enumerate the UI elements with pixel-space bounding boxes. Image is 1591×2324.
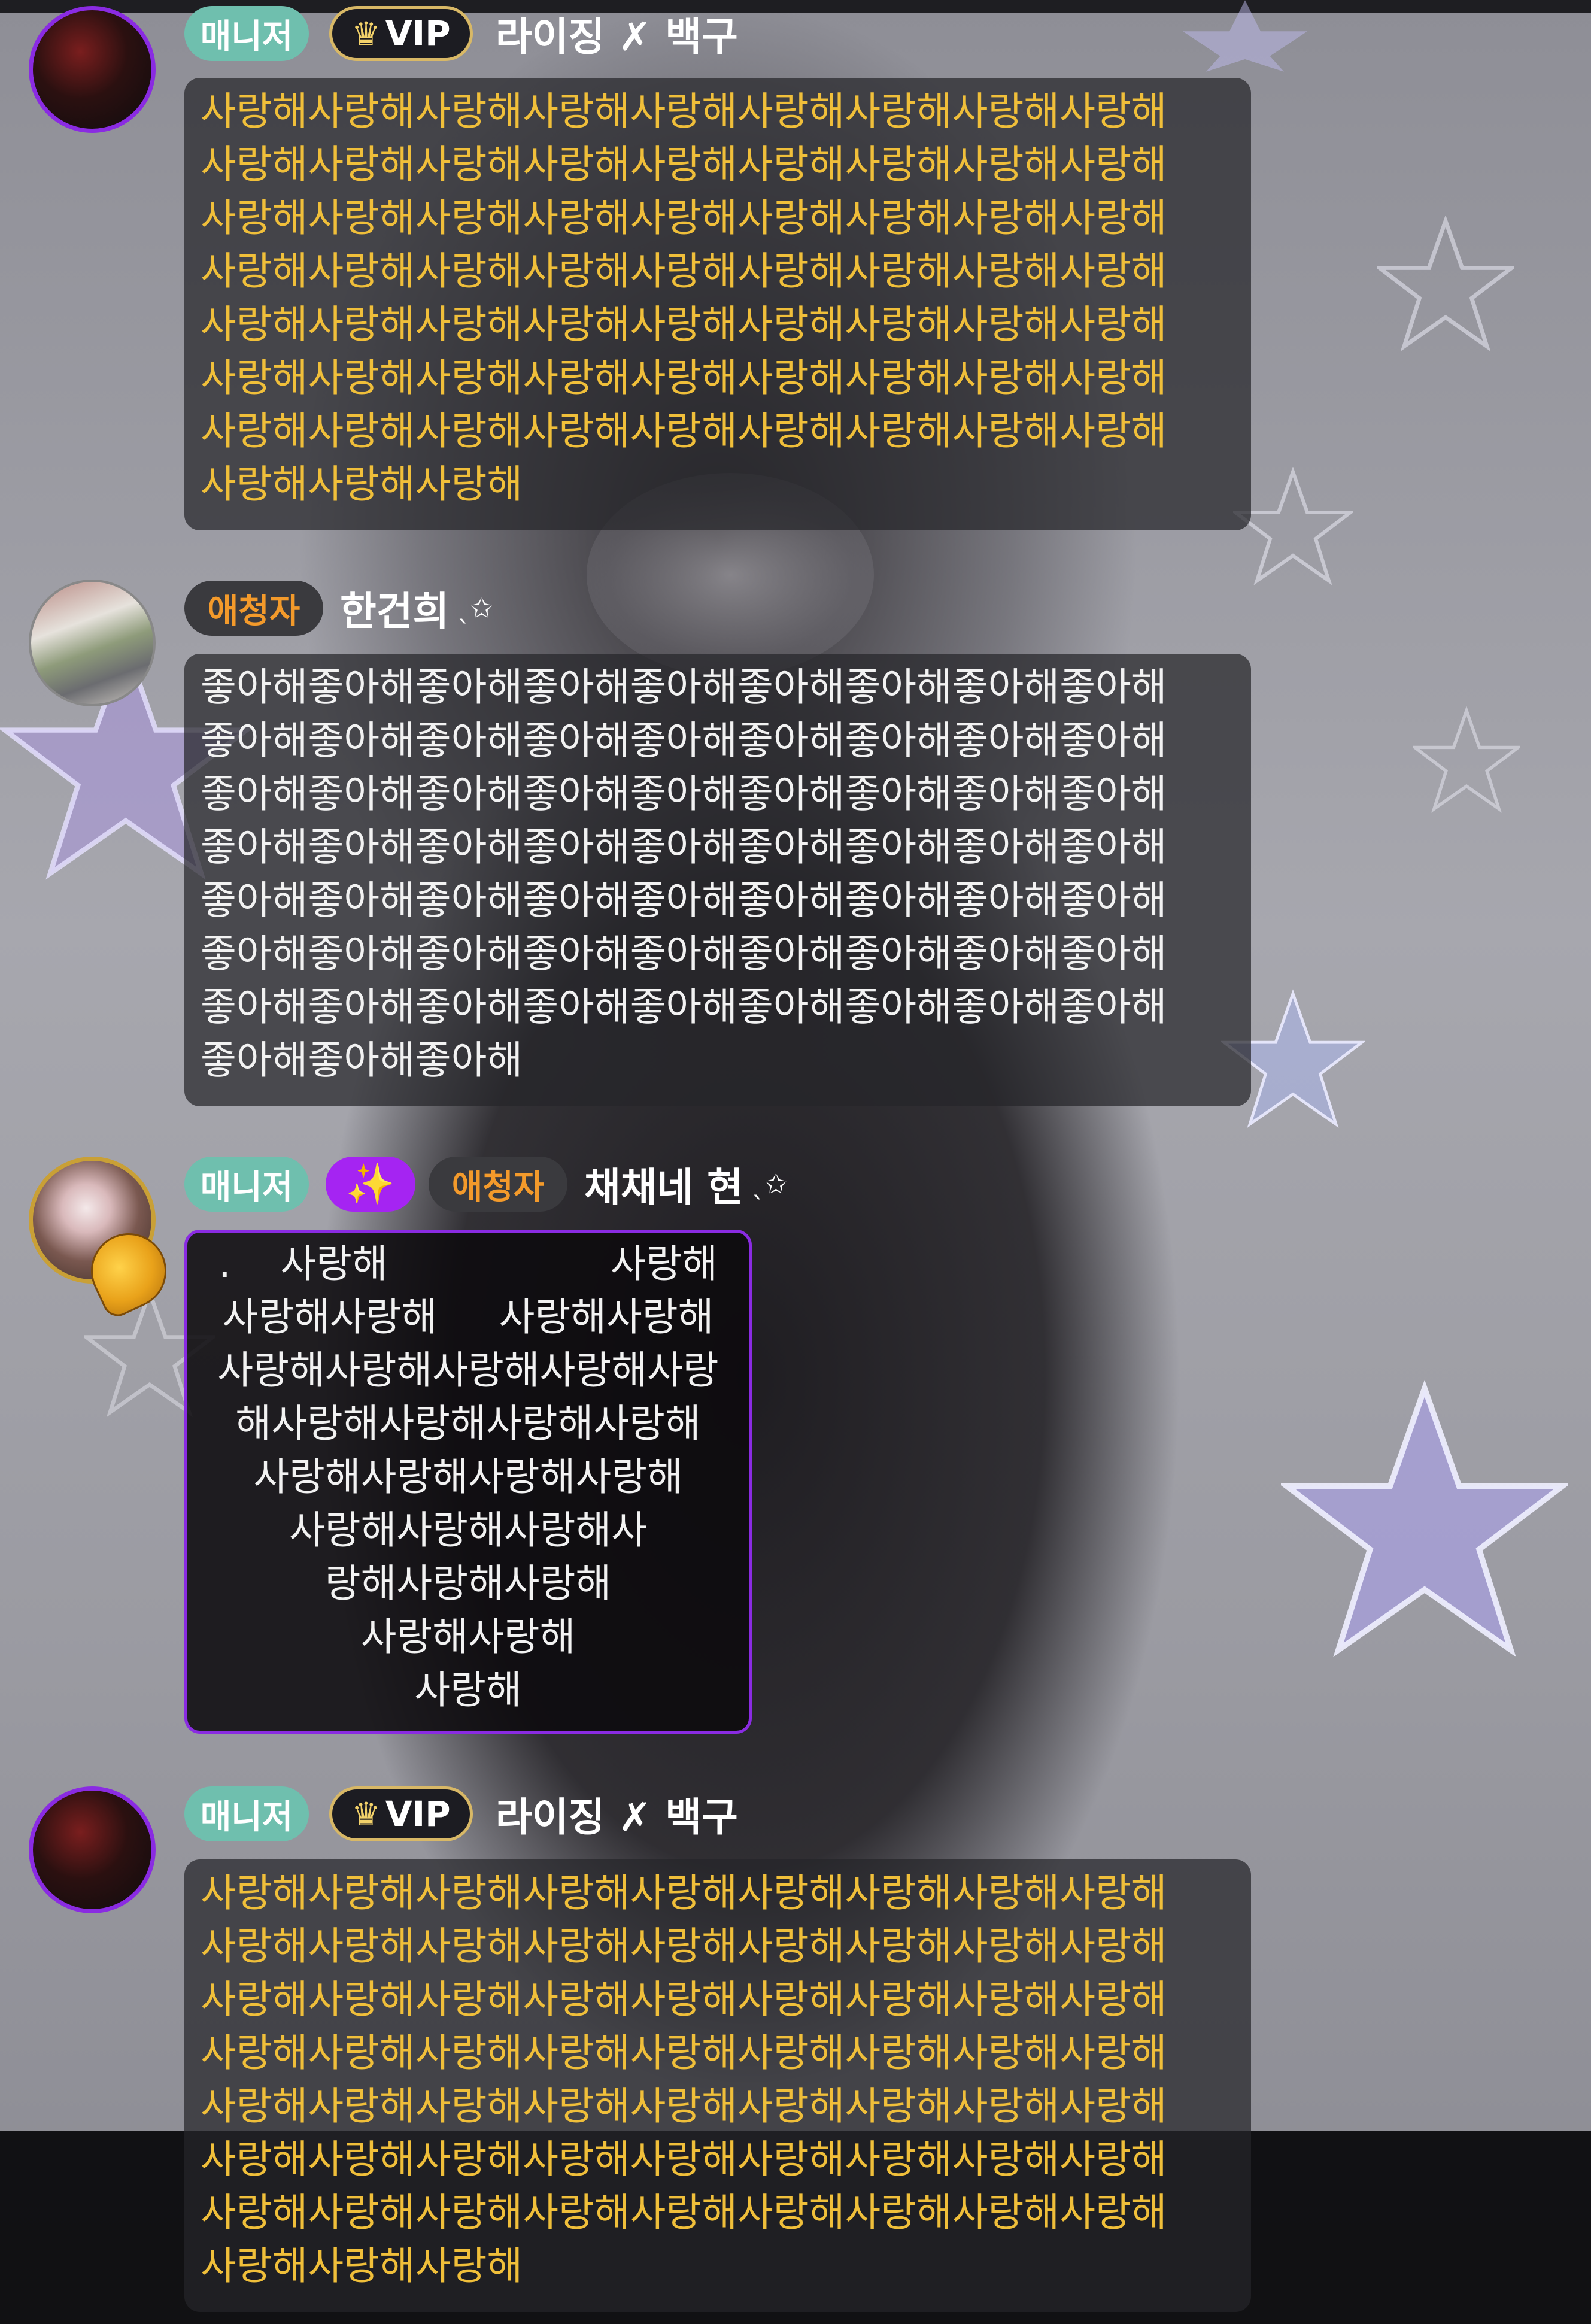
message-line: 좋아해좋아해좋아해좋아해좋아해좋아해좋아해좋아해좋아해: [201, 932, 1167, 976]
username-text: 채채네 현: [584, 1164, 743, 1210]
message-line: 사랑해사랑해사랑해사랑해사랑해사랑해사랑해사랑해사랑해: [201, 89, 1167, 134]
crown-icon: ♛: [351, 1795, 381, 1833]
message-line: 사랑해사랑해사랑해사: [289, 1508, 647, 1553]
viewer-badge: 애청자: [184, 581, 323, 636]
chat-message-bubble: 좋아해좋아해좋아해좋아해좋아해좋아해좋아해좋아해좋아해 좋아해좋아해좋아해좋아해…: [184, 654, 1251, 1106]
message-line: 사랑해사랑해사랑해사랑해사랑해사랑해사랑해사랑해사랑해: [201, 302, 1167, 347]
star-outline-icon: [1233, 467, 1353, 585]
sparkles-icon: ✨: [345, 1161, 396, 1207]
star-outline-icon: [1377, 216, 1514, 352]
message-line: 좋아해좋아해좋아해좋아해좋아해좋아해좋아해좋아해좋아해: [201, 825, 1167, 870]
message-line: 좋아해좋아해좋아해: [201, 1038, 523, 1083]
message-line: 사랑해사랑해사랑해사랑해사랑: [217, 1348, 719, 1393]
username-suffix: ˎ✩: [457, 593, 493, 624]
vip-badge: ♛ VIP: [329, 6, 473, 61]
message-line: 사랑해사랑해사랑해: [201, 462, 523, 507]
message-line: 사랑해사랑해사랑해사랑해사랑해사랑해사랑해사랑해사랑해: [201, 249, 1167, 294]
message-line: 사랑해사랑해사랑해사랑해: [253, 1455, 683, 1500]
vip-label: VIP: [385, 1794, 451, 1834]
user-avatar[interactable]: [29, 580, 156, 706]
message-line: 좋아해좋아해좋아해좋아해좋아해좋아해좋아해좋아해좋아해: [201, 772, 1167, 817]
username[interactable]: 라이징 ✗ 백구: [496, 6, 738, 61]
message-line: 사랑해사랑해사랑해사랑해사랑해사랑해사랑해사랑해사랑해: [201, 356, 1167, 401]
star-outline-icon: [1413, 706, 1520, 813]
star-decoration-icon: [1183, 0, 1307, 72]
message-line: 사랑해사랑해: [360, 1615, 576, 1659]
vip-badge: ♛ VIP: [329, 1786, 473, 1841]
chat-message-bubble: 사랑해사랑해사랑해사랑해사랑해사랑해사랑해사랑해사랑해 사랑해사랑해사랑해사랑해…: [184, 1859, 1251, 2312]
message-line: 사랑해사랑해사랑해사랑해사랑해사랑해사랑해사랑해사랑해: [201, 2031, 1167, 2076]
username[interactable]: 한건희 ˎ✩: [340, 581, 493, 636]
username-text: 한건희: [340, 588, 450, 635]
username[interactable]: 라이징 ✗ 백구: [496, 1786, 738, 1841]
message-line: 좋아해좋아해좋아해좋아해좋아해좋아해좋아해좋아해좋아해: [201, 718, 1167, 763]
message-line: 사랑해사랑해사랑해사랑해사랑해사랑해사랑해사랑해사랑해: [201, 2084, 1167, 2129]
message-line: 사랑해: [414, 1668, 522, 1713]
sparkle-badge: ✨: [326, 1157, 415, 1212]
message-line: . 사랑해 사랑해: [218, 1242, 718, 1287]
user-avatar[interactable]: [29, 1786, 156, 1913]
message-line: 좋아해좋아해좋아해좋아해좋아해좋아해좋아해좋아해좋아해: [201, 665, 1167, 710]
username[interactable]: 채채네 현 ˎ✩: [584, 1157, 787, 1212]
username-suffix: ˎ✩: [751, 1169, 787, 1200]
manager-badge: 매니저: [184, 1157, 309, 1212]
message-line: 사랑해사랑해사랑해사랑해사랑해사랑해사랑해사랑해사랑해: [201, 142, 1167, 187]
manager-badge: 매니저: [184, 6, 309, 61]
message-line: 사랑해사랑해사랑해사랑해사랑해사랑해사랑해사랑해사랑해: [201, 196, 1167, 241]
vip-label: VIP: [385, 13, 451, 54]
message-line: 사랑해사랑해사랑해사랑해사랑해사랑해사랑해사랑해사랑해: [201, 409, 1167, 454]
message-line: 사랑해사랑해 사랑해사랑해: [222, 1295, 714, 1340]
manager-badge: 매니저: [184, 1786, 309, 1841]
crown-icon: ♛: [351, 14, 381, 53]
message-line: 사랑해사랑해사랑해사랑해사랑해사랑해사랑해사랑해사랑해: [201, 1924, 1167, 1969]
star-decoration-icon: [1281, 1379, 1568, 1658]
username-text: 라이징 ✗ 백구: [496, 1794, 738, 1840]
message-line: 사랑해사랑해사랑해사랑해사랑해사랑해사랑해사랑해사랑해: [201, 1871, 1167, 1916]
message-line: 사랑해사랑해사랑해사랑해사랑해사랑해사랑해사랑해사랑해: [201, 2190, 1167, 2235]
message-line: 해사랑해사랑해사랑해사랑해: [235, 1401, 701, 1446]
message-line: 사랑해사랑해사랑해사랑해사랑해사랑해사랑해사랑해사랑해: [201, 1977, 1167, 2022]
message-line: 좋아해좋아해좋아해좋아해좋아해좋아해좋아해좋아해좋아해: [201, 878, 1167, 923]
viewer-badge: 애청자: [429, 1157, 567, 1212]
message-line: 사랑해사랑해사랑해사랑해사랑해사랑해사랑해사랑해사랑해: [201, 2137, 1167, 2182]
user-avatar[interactable]: [29, 6, 156, 133]
message-line: 랑해사랑해사랑해: [324, 1561, 612, 1606]
message-line: 사랑해사랑해사랑해: [201, 2244, 523, 2289]
message-line: 좋아해좋아해좋아해좋아해좋아해좋아해좋아해좋아해좋아해: [201, 985, 1167, 1030]
username-text: 라이징 ✗ 백구: [496, 14, 738, 60]
chat-message-bubble: 사랑해사랑해사랑해사랑해사랑해사랑해사랑해사랑해사랑해 사랑해사랑해사랑해사랑해…: [184, 78, 1251, 530]
chat-message-bubble: . 사랑해 사랑해 사랑해사랑해 사랑해사랑해 사랑해사랑해사랑해사랑해사랑 해…: [184, 1230, 752, 1734]
